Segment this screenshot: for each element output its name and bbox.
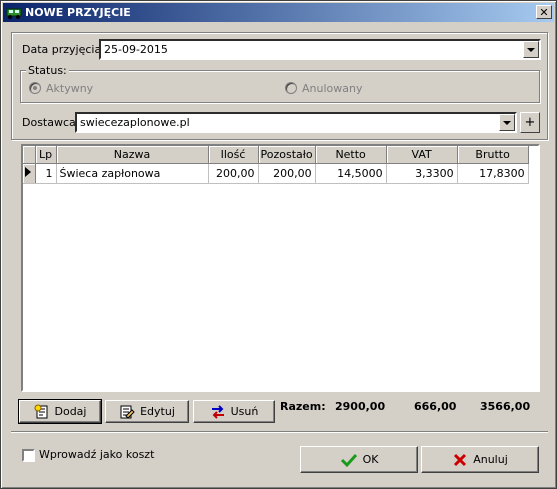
add-supplier-button[interactable]: + (520, 112, 540, 133)
truck-icon (6, 6, 22, 20)
status-cancelled-label: Anulowany (302, 82, 363, 95)
ok-button[interactable]: OK (300, 446, 418, 473)
add-button-label: Dodaj (54, 405, 87, 418)
totals-label: Razem: (280, 400, 326, 413)
column-header-netto[interactable]: Netto (315, 146, 387, 164)
supplier-value: swiecezaplonowe.pl (80, 116, 190, 129)
delete-button[interactable]: Usuń (193, 400, 275, 423)
column-header-vat[interactable]: VAT (386, 146, 458, 164)
cell-brutto[interactable]: 17,8300 (457, 163, 529, 184)
column-header-brutto[interactable]: Brutto (457, 146, 529, 164)
column-header-ilosc[interactable]: Ilość (208, 146, 259, 164)
edit-button-label: Edytuj (140, 405, 175, 418)
status-active-label: Aktywny (46, 82, 94, 95)
title-bar[interactable]: NOWE PRZYJĘCIE ✕ (3, 3, 554, 22)
dialog-window: NOWE PRZYJĘCIE ✕ Data przyjęcia: 25-09-2… (0, 0, 557, 489)
status-cancelled-radio[interactable] (285, 82, 297, 94)
cancel-button[interactable]: Anuluj (421, 446, 539, 473)
date-combo[interactable]: 25-09-2015 (99, 39, 541, 60)
cell-ilosc[interactable]: 200,00 (208, 163, 259, 184)
add-button[interactable]: Dodaj (18, 399, 102, 424)
column-header-pozostalo[interactable]: Pozostało (258, 146, 316, 164)
status-active-radio[interactable] (29, 82, 41, 94)
edit-button[interactable]: Edytuj (105, 400, 189, 423)
total-netto: 2900,00 (335, 400, 386, 413)
cell-nazwa[interactable]: Świeca zapłonowa (56, 163, 209, 184)
cancel-button-label: Anuluj (473, 453, 508, 466)
add-document-icon (34, 404, 47, 418)
close-button[interactable]: ✕ (536, 5, 552, 19)
total-brutto: 3566,00 (480, 400, 531, 413)
cell-vat[interactable]: 3,3300 (386, 163, 458, 184)
plus-icon: + (524, 115, 536, 130)
date-value: 25-09-2015 (104, 43, 168, 56)
x-icon (454, 453, 467, 466)
edit-document-icon (120, 405, 135, 419)
cost-checkbox-label: Wprowadź jako koszt (39, 448, 155, 461)
table-row[interactable]: 1 Świeca zapłonowa 200,00 200,00 14,5000… (23, 163, 529, 184)
footer-divider (11, 431, 548, 433)
row-indicator (23, 163, 36, 184)
items-grid[interactable]: Lp Nazwa Ilość Pozostało Netto VAT Brutt… (21, 144, 540, 392)
chevron-down-icon (503, 120, 511, 125)
grid-corner (23, 146, 36, 164)
chevron-down-icon (527, 47, 535, 52)
date-dropdown-button[interactable] (523, 41, 539, 58)
window-title: NOWE PRZYJĘCIE (25, 6, 131, 19)
delete-arrows-icon (211, 404, 224, 419)
column-header-lp[interactable]: Lp (35, 146, 57, 164)
status-group (20, 70, 540, 103)
delete-button-label: Usuń (230, 405, 259, 418)
column-header-nazwa[interactable]: Nazwa (56, 146, 209, 164)
cell-pozostalo[interactable]: 200,00 (258, 163, 316, 184)
cost-checkbox[interactable] (22, 449, 35, 462)
checkmark-icon (340, 453, 357, 467)
grid-header-row: Lp Nazwa Ilość Pozostało Netto VAT Brutt… (23, 146, 529, 164)
date-label: Data przyjęcia: (22, 43, 105, 56)
ok-button-label: OK (362, 453, 379, 466)
supplier-combo[interactable]: swiecezaplonowe.pl (75, 112, 517, 133)
status-label: Status: (26, 64, 69, 77)
cell-netto[interactable]: 14,5000 (315, 163, 387, 184)
supplier-label: Dostawca: (22, 116, 80, 129)
total-vat: 666,00 (414, 400, 457, 413)
close-icon: ✕ (539, 5, 549, 19)
cell-lp[interactable]: 1 (35, 163, 57, 184)
supplier-dropdown-button[interactable] (499, 114, 515, 131)
row-pointer-icon (25, 166, 31, 177)
